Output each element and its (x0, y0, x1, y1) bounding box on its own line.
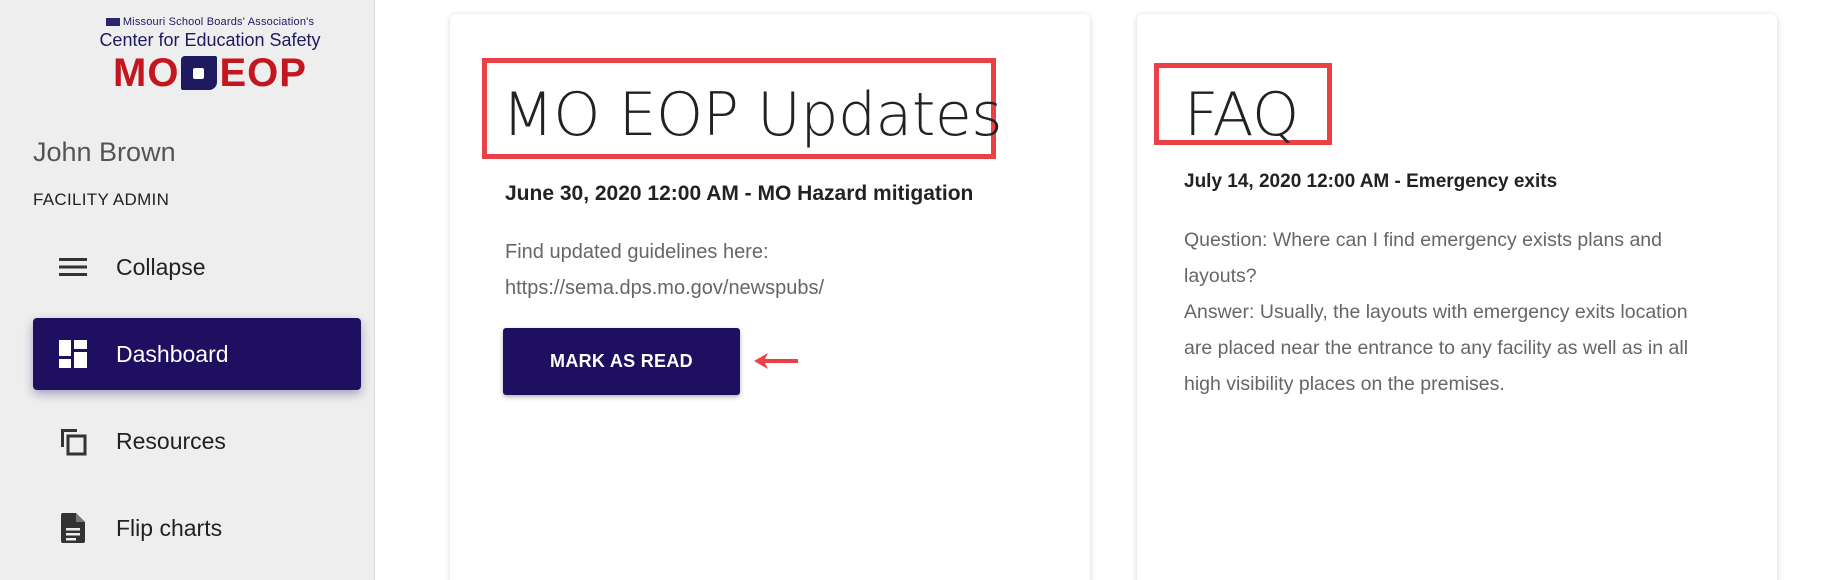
menu-icon (57, 251, 89, 283)
updates-card: MO EOP Updates June 30, 2020 12:00 AM - … (450, 14, 1090, 580)
nav-item-resources[interactable]: Resources (33, 405, 361, 477)
faq-heading: July 14, 2020 12:00 AM - Emergency exits (1184, 171, 1558, 192)
faq-body-line: high visibility places on the premises. (1184, 373, 1505, 395)
mark-as-read-button[interactable]: MARK AS READ (503, 328, 740, 395)
copy-icon (57, 425, 89, 457)
document-icon (57, 512, 89, 544)
nav-item-dashboard[interactable]: Dashboard (33, 318, 361, 390)
dashboard-icon (57, 338, 89, 370)
logo-eop: EOP (219, 51, 307, 95)
faq-card: FAQ July 14, 2020 12:00 AM - Emergency e… (1137, 14, 1777, 580)
nav-item-collapse[interactable]: Collapse (33, 231, 361, 303)
user-name: John Brown (33, 137, 176, 167)
logo-mo: MO (113, 51, 180, 95)
nav-label-dashboard: Dashboard (116, 340, 229, 367)
logo-line1: Missouri School Boards' Association's (122, 16, 315, 28)
card-title: MO EOP Updates (502, 80, 1003, 150)
logo-association-text: Missouri School Boards' Association's (90, 16, 330, 28)
sidebar: Missouri School Boards' Association's Ce… (0, 0, 375, 580)
card-title: FAQ (1184, 80, 1299, 150)
annotation-arrow-icon (754, 353, 798, 369)
update-body-line: Find updated guidelines here: (505, 241, 769, 263)
faq-body-line: Question: Where can I find emergency exi… (1184, 229, 1662, 251)
nav-label-collapse: Collapse (116, 253, 206, 280)
flag-icon (105, 18, 120, 27)
logo-center-text: Center for Education Safety (99, 30, 321, 50)
faq-body-line: layouts? (1184, 265, 1257, 287)
nav-label-flip-charts: Flip charts (116, 514, 223, 541)
update-link[interactable]: https://sema.dps.mo.gov/newspubs/ (505, 270, 1025, 306)
update-body: Find updated guidelines here: https://se… (505, 234, 1025, 306)
faq-body: Question: Where can I find emergency exi… (1184, 222, 1744, 402)
nav-label-resources: Resources (116, 427, 226, 454)
logo-mo-eop: MO EOP (90, 51, 330, 95)
faq-body-line: Answer: Usually, the layouts with emerge… (1184, 301, 1688, 323)
nav-item-flip-charts[interactable]: Flip charts (33, 492, 361, 564)
missouri-lock-icon (181, 56, 218, 90)
update-heading: June 30, 2020 12:00 AM - MO Hazard mitig… (505, 182, 974, 205)
user-role: FACILITY ADMIN (33, 190, 170, 209)
logo[interactable]: Missouri School Boards' Association's Ce… (90, 16, 330, 98)
main-content: MO EOP Updates June 30, 2020 12:00 AM - … (405, 0, 1821, 580)
faq-body-line: are placed near the entrance to any faci… (1184, 337, 1689, 359)
